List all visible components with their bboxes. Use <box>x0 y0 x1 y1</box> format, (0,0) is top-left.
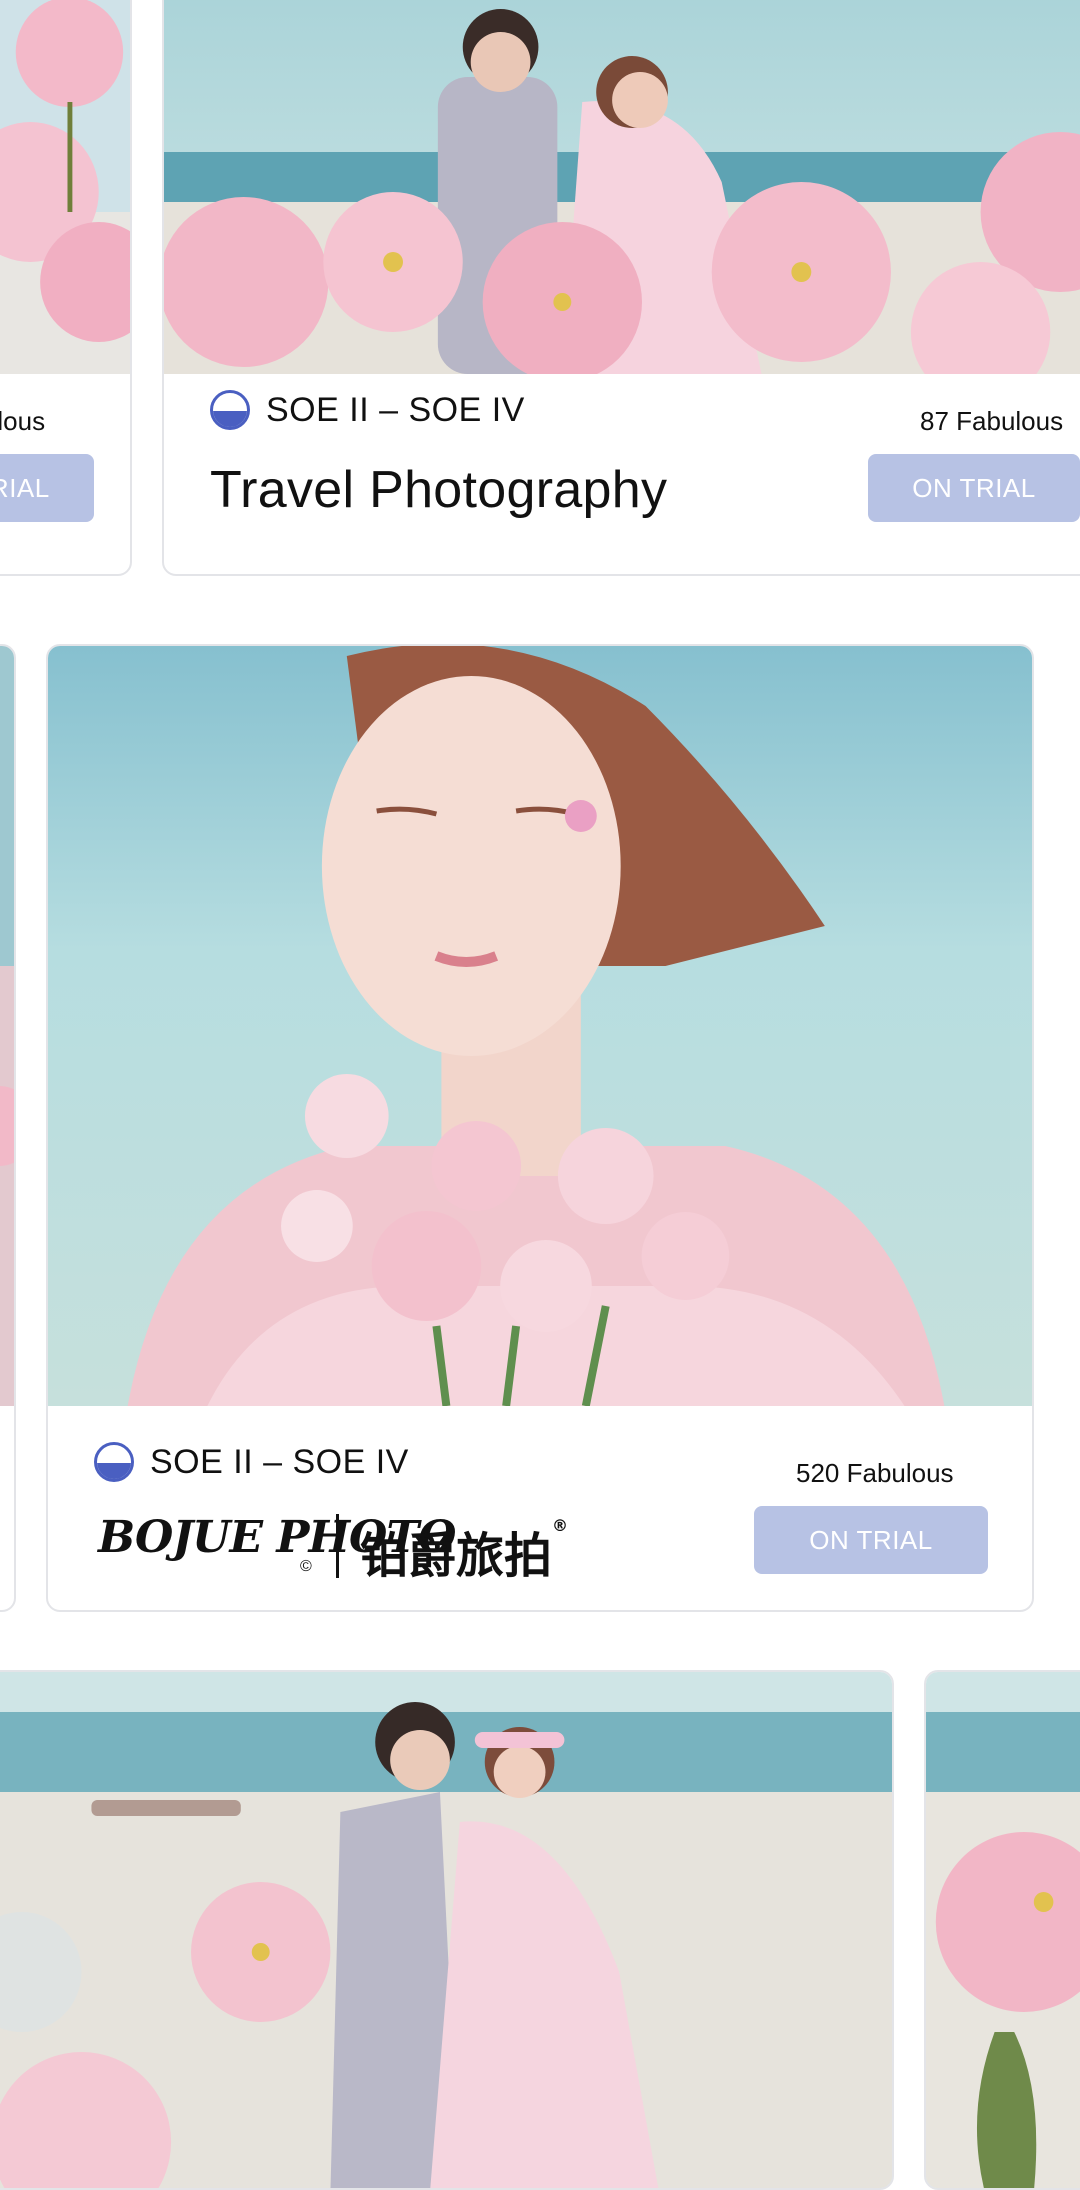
card-bottom-main[interactable] <box>0 1670 894 2190</box>
card-photo <box>48 646 1032 1406</box>
card-photo <box>164 0 1080 374</box>
copyright-mark: © <box>300 1558 312 1575</box>
card-photo <box>0 1672 892 2188</box>
on-trial-button[interactable]: ON TRIAL <box>754 1506 988 1574</box>
card-left-partial[interactable]: 87 Fabulous ON TRIAL <box>0 0 132 576</box>
on-trial-button[interactable]: ON TRIAL <box>0 454 94 522</box>
favorites-count: 520 Fabulous <box>796 1458 954 1488</box>
card-photo <box>926 1672 1080 2188</box>
bojue-chinese-logo: 铂爵旅拍® <box>360 1516 569 1584</box>
globe-icon <box>210 390 250 430</box>
level-badge: SOE II – SOE IV <box>94 1442 409 1482</box>
card-photo <box>0 646 14 1406</box>
card-title: Travel Photography <box>210 461 668 519</box>
level-range: SOE II – SOE IV <box>150 1442 409 1481</box>
level-range: SOE II – SOE IV <box>266 390 525 429</box>
logo-divider <box>336 1514 339 1578</box>
card-left-sliver[interactable] <box>0 644 16 1612</box>
card-photo <box>0 0 130 374</box>
on-trial-button[interactable]: ON TRIAL <box>868 454 1080 522</box>
favorites-count: 87 Fabulous <box>0 406 46 436</box>
card-travel-photography[interactable]: SOE II – SOE IV Travel Photography 87 Fa… <box>162 0 1080 576</box>
favorites-count: 87 Fabulous <box>920 406 1064 436</box>
card-bottom-right[interactable] <box>924 1670 1080 2190</box>
globe-icon <box>94 1442 134 1482</box>
card-bojue-photo[interactable]: SOE II – SOE IV BOJUE PHOTO © 铂爵旅拍® 520 … <box>46 644 1034 1612</box>
level-badge: SOE II – SOE IV <box>210 390 525 430</box>
registered-mark: ® <box>552 1516 569 1535</box>
